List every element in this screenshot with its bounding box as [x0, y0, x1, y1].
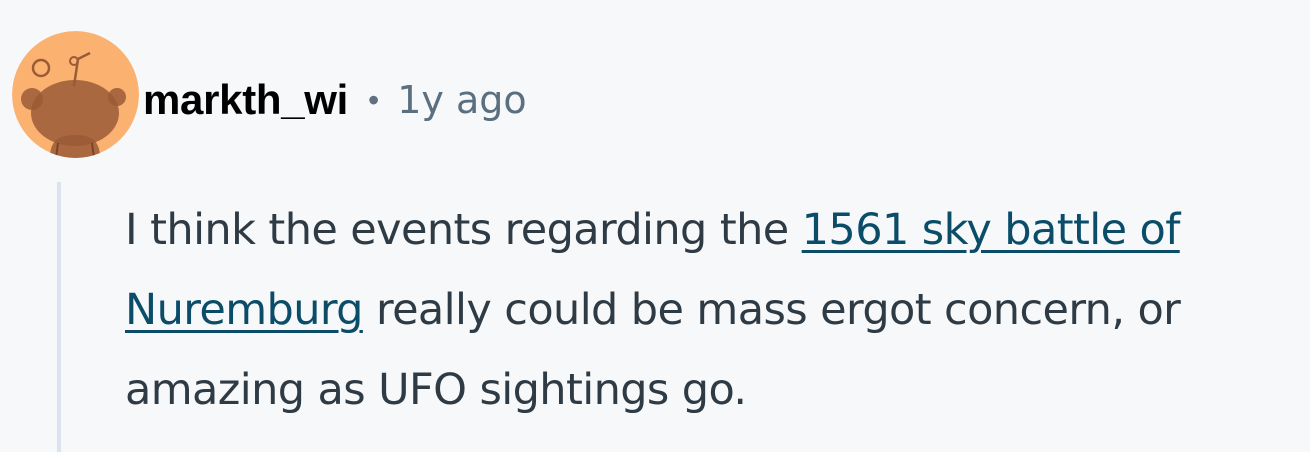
avatar[interactable] — [12, 31, 139, 158]
snoo-avatar-icon — [12, 31, 139, 158]
comment-body: I think the events regarding the 1561 sk… — [125, 190, 1305, 430]
comment: markth_wi • 1y ago I think the events re… — [0, 0, 1310, 452]
timestamp[interactable]: 1y ago — [397, 78, 526, 122]
comment-text-before-link: I think the events regarding the — [125, 205, 802, 255]
comment-meta: markth_wi • 1y ago — [143, 72, 527, 128]
thread-line[interactable] — [57, 182, 61, 452]
meta-separator: • — [368, 81, 380, 118]
username-link[interactable]: markth_wi — [143, 76, 348, 124]
